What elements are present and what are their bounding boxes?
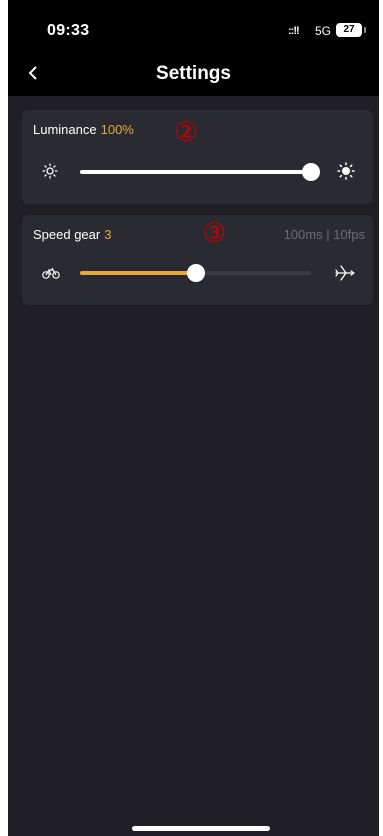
speed-slider-fill xyxy=(80,271,196,275)
battery-tip xyxy=(364,27,366,33)
airplane-icon xyxy=(335,264,355,287)
luminance-value: 100% xyxy=(100,122,134,137)
luminance-slider-fill xyxy=(80,170,311,174)
battery-icon: 27 xyxy=(336,23,362,37)
signal-icon: ::!! xyxy=(288,25,300,37)
network-type: 5G xyxy=(315,24,332,38)
sun-low-icon xyxy=(42,163,58,184)
annotation-marker-2: ② xyxy=(174,117,199,148)
speed-value: 3 xyxy=(104,227,112,242)
speed-slider[interactable] xyxy=(80,264,311,282)
phone-screen: 09:33 ::!! 5G 27 Settings Luminance 100% … xyxy=(8,0,379,836)
sun-high-icon xyxy=(337,162,355,185)
speed-gear-card: Speed gear 3 ③ 100ms | 10fps xyxy=(22,215,373,305)
status-time: 09:33 xyxy=(47,22,90,39)
luminance-label-row: Luminance 100% xyxy=(33,122,134,137)
page-title: Settings xyxy=(156,63,231,84)
luminance-label: Luminance xyxy=(33,122,97,137)
speed-slider-thumb[interactable] xyxy=(187,264,205,282)
bicycle-icon xyxy=(42,266,60,285)
speed-label: Speed gear xyxy=(33,227,101,242)
speed-label-row: Speed gear 3 xyxy=(33,227,111,242)
annotation-marker-3: ③ xyxy=(202,218,227,249)
luminance-slider-thumb[interactable] xyxy=(302,163,320,181)
status-bar: 09:33 ::!! 5G 27 xyxy=(8,0,379,56)
luminance-slider[interactable] xyxy=(80,163,320,181)
nav-bar: Settings xyxy=(8,56,379,96)
speed-timing: 100ms | 10fps xyxy=(283,227,365,242)
luminance-card: Luminance 100% ② xyxy=(22,110,373,204)
home-indicator xyxy=(132,826,270,831)
